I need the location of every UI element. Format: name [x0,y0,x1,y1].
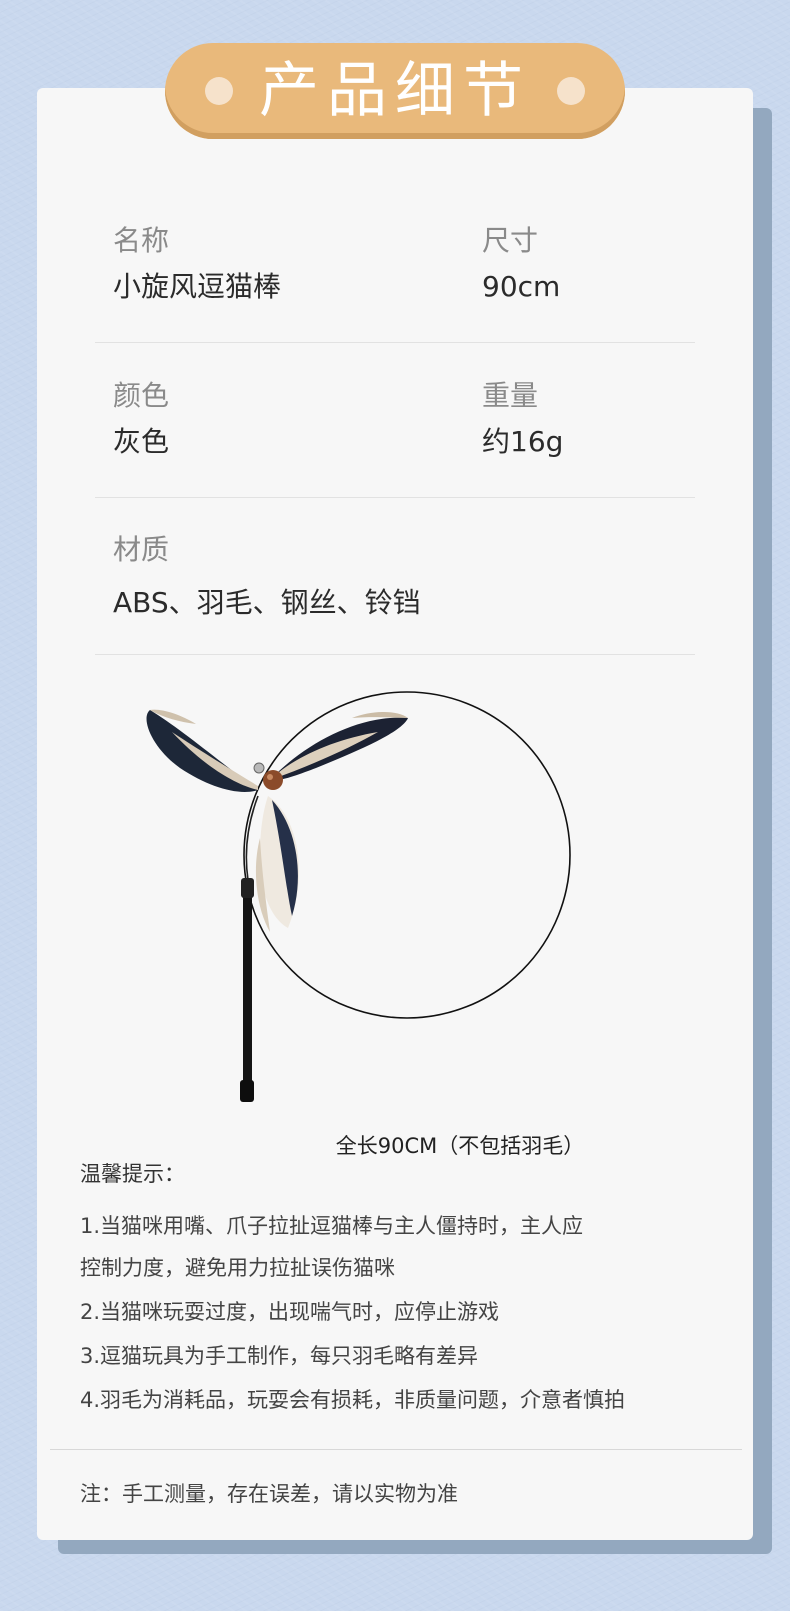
note-divider [50,1449,742,1450]
page-title: 产品细节 [259,56,531,126]
color-label: 颜色 [113,379,170,412]
spec-divider [95,497,695,498]
tips-title: 温馨提示： [80,1162,185,1186]
measurement-note: 注：手工测量，存在误差，请以实物为准 [80,1482,458,1506]
tip-line: 控制力度，避免用力拉扯误伤猫咪 [80,1256,395,1280]
title-dot-right [557,77,585,105]
weight-label: 重量 [482,379,539,412]
length-caption: 全长90CM（不包括羽毛） [335,1134,585,1158]
tip-line: 4.羽毛为消耗品，玩耍会有损耗，非质量问题，介意者慎拍 [80,1388,626,1412]
size-value: 90cm [482,270,561,303]
size-label: 尺寸 [482,224,539,257]
spec-divider [95,342,695,343]
tip-line: 1.当猫咪用嘴、爪子拉扯逗猫棒与主人僵持时，主人应 [80,1214,584,1238]
material-label: 材质 [113,533,170,566]
weight-value: 约16g [482,425,564,458]
name-label: 名称 [113,224,170,257]
feather-cat-wand-icon [146,691,571,1102]
title-banner: 产品细节 [165,43,625,139]
material-value: ABS、羽毛、钢丝、铃铛 [113,586,421,619]
tip-line: 2.当猫咪玩耍过度，出现喘气时，应停止游戏 [80,1300,500,1324]
color-value: 灰色 [113,425,170,458]
spec-divider [95,654,695,655]
name-value: 小旋风逗猫棒 [113,270,282,303]
tip-line: 3.逗猫玩具为手工制作，每只羽毛略有差异 [80,1344,479,1368]
